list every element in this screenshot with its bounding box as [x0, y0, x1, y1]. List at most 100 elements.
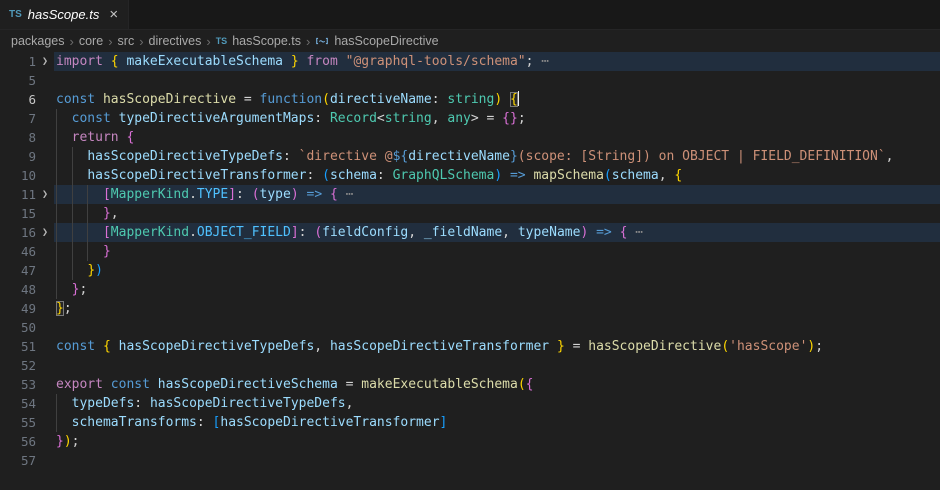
code-line[interactable]: 48 };	[0, 280, 940, 299]
code-line[interactable]: 55 schemaTransforms: [hasScopeDirectiveT…	[0, 413, 940, 432]
code-line[interactable]: 6 const hasScopeDirective = function(dire…	[0, 90, 940, 109]
fold-chevron-icon[interactable]: ❯	[36, 52, 54, 71]
code-token: }	[510, 149, 518, 164]
code-text[interactable]: };	[54, 280, 940, 299]
code-text[interactable]: const { hasScopeDirectiveTypeDefs, hasSc…	[54, 337, 940, 356]
code-token: OBJECT_FIELD	[197, 225, 291, 240]
code-token: ⋯	[533, 54, 549, 69]
code-token: hasScopeDirectiveTypeDefs	[150, 396, 346, 411]
code-line[interactable]: 16❯ [MapperKind.OBJECT_FIELD]: (fieldCon…	[0, 223, 940, 242]
line-number: 52	[0, 356, 36, 375]
code-text[interactable]	[54, 356, 940, 375]
code-token: ]	[440, 415, 448, 430]
code-text[interactable]: [MapperKind.TYPE]: (type) => { ⋯	[54, 185, 940, 204]
code-line[interactable]: 8 return {	[0, 128, 940, 147]
fold-chevron-placeholder	[36, 451, 54, 470]
code-line[interactable]: 46 }	[0, 242, 940, 261]
indent-guide	[72, 261, 73, 280]
code-token: {	[103, 339, 111, 354]
tab-bar: TS hasScope.ts ×	[0, 0, 940, 30]
line-number: 6	[0, 90, 36, 109]
breadcrumb-item-symbol[interactable]: hasScopeDirective	[315, 34, 438, 48]
breadcrumb-symbol-label: hasScopeDirective	[334, 34, 438, 48]
code-editor[interactable]: 1❯import { makeExecutableSchema } from "…	[0, 52, 940, 470]
code-text[interactable]	[54, 71, 940, 90]
code-line[interactable]: 56});	[0, 432, 940, 451]
fold-chevron-placeholder	[36, 280, 54, 299]
tab-hasScope-ts[interactable]: TS hasScope.ts ×	[0, 0, 129, 29]
code-text[interactable]: hasScopeDirectiveTransformer: (schema: G…	[54, 166, 940, 185]
breadcrumb-item-directives[interactable]: directives	[149, 34, 202, 48]
line-number: 10	[0, 166, 36, 185]
code-token: hasScopeDirectiveTypeDefs	[119, 339, 315, 354]
code-token: ,	[502, 225, 518, 240]
fold-chevron-placeholder	[36, 204, 54, 223]
code-text[interactable]: };	[54, 299, 940, 318]
close-icon[interactable]: ×	[109, 7, 118, 22]
code-token: }	[56, 434, 64, 449]
code-line[interactable]: 5	[0, 71, 940, 90]
code-line[interactable]: 57	[0, 451, 940, 470]
code-line[interactable]: 51const { hasScopeDirectiveTypeDefs, has…	[0, 337, 940, 356]
code-text[interactable]: }	[54, 242, 940, 261]
code-text[interactable]: return {	[54, 128, 940, 147]
breadcrumb-item-file[interactable]: TS hasScope.ts	[216, 34, 301, 48]
gutter: 11❯	[0, 185, 54, 204]
code-line[interactable]: 10 hasScopeDirectiveTransformer: (schema…	[0, 166, 940, 185]
chevron-right-icon: ›	[70, 34, 74, 49]
code-token: :	[134, 396, 150, 411]
code-token: ⋯	[338, 187, 354, 202]
code-text[interactable]: import { makeExecutableSchema } from "@g…	[54, 52, 940, 71]
code-text[interactable]: const hasScopeDirective = function(direc…	[54, 90, 940, 109]
gutter: 16❯	[0, 223, 54, 242]
breadcrumb-item-core[interactable]: core	[79, 34, 103, 48]
code-token	[56, 111, 72, 126]
code-token: hasScopeDirectiveTypeDefs	[87, 149, 283, 164]
code-text[interactable]: export const hasScopeDirectiveSchema = m…	[54, 375, 940, 394]
code-token: ,	[111, 206, 119, 221]
fold-chevron-icon[interactable]: ❯	[36, 223, 54, 242]
code-text[interactable]: hasScopeDirectiveTypeDefs: `directive @$…	[54, 147, 940, 166]
code-text[interactable]: });	[54, 432, 940, 451]
code-token: {	[126, 130, 134, 145]
code-text[interactable]: typeDefs: hasScopeDirectiveTypeDefs,	[54, 394, 940, 413]
gutter: 53	[0, 375, 54, 394]
gutter: 56	[0, 432, 54, 451]
indent-guide	[72, 166, 73, 185]
gutter: 50	[0, 318, 54, 337]
code-token: schema	[612, 168, 659, 183]
code-text[interactable]	[54, 451, 940, 470]
code-line[interactable]: 50	[0, 318, 940, 337]
code-line[interactable]: 15 },	[0, 204, 940, 223]
code-token: [	[103, 225, 111, 240]
code-line[interactable]: 1❯import { makeExecutableSchema } from "…	[0, 52, 940, 71]
code-text[interactable]: [MapperKind.OBJECT_FIELD]: (fieldConfig,…	[54, 223, 940, 242]
code-token: `directive @	[299, 149, 393, 164]
breadcrumb-item-src[interactable]: src	[118, 34, 135, 48]
gutter: 49	[0, 299, 54, 318]
code-token	[588, 225, 596, 240]
code-token: const	[56, 92, 103, 107]
code-line[interactable]: 9 hasScopeDirectiveTypeDefs: `directive …	[0, 147, 940, 166]
code-token	[612, 225, 620, 240]
indent-guide	[56, 394, 57, 413]
code-line[interactable]: 53export const hasScopeDirectiveSchema =…	[0, 375, 940, 394]
code-token: ;	[72, 434, 80, 449]
code-text[interactable]	[54, 318, 940, 337]
code-text[interactable]: },	[54, 204, 940, 223]
code-line[interactable]: 52	[0, 356, 940, 375]
code-text[interactable]: const typeDirectiveArgumentMaps: Record<…	[54, 109, 940, 128]
gutter: 57	[0, 451, 54, 470]
breadcrumb-item-packages[interactable]: packages	[11, 34, 65, 48]
code-line[interactable]: 11❯ [MapperKind.TYPE]: (type) => { ⋯	[0, 185, 940, 204]
fold-chevron-icon[interactable]: ❯	[36, 185, 54, 204]
code-line[interactable]: 7 const typeDirectiveArgumentMaps: Recor…	[0, 109, 940, 128]
fold-chevron-placeholder	[36, 166, 54, 185]
code-line[interactable]: 54 typeDefs: hasScopeDirectiveTypeDefs,	[0, 394, 940, 413]
code-text[interactable]: schemaTransforms: [hasScopeDirectiveTran…	[54, 413, 940, 432]
code-line[interactable]: 49};	[0, 299, 940, 318]
code-line[interactable]: 47 })	[0, 261, 940, 280]
code-text[interactable]: })	[54, 261, 940, 280]
chevron-right-icon: ›	[206, 34, 210, 49]
typescript-file-icon: TS	[9, 9, 22, 20]
